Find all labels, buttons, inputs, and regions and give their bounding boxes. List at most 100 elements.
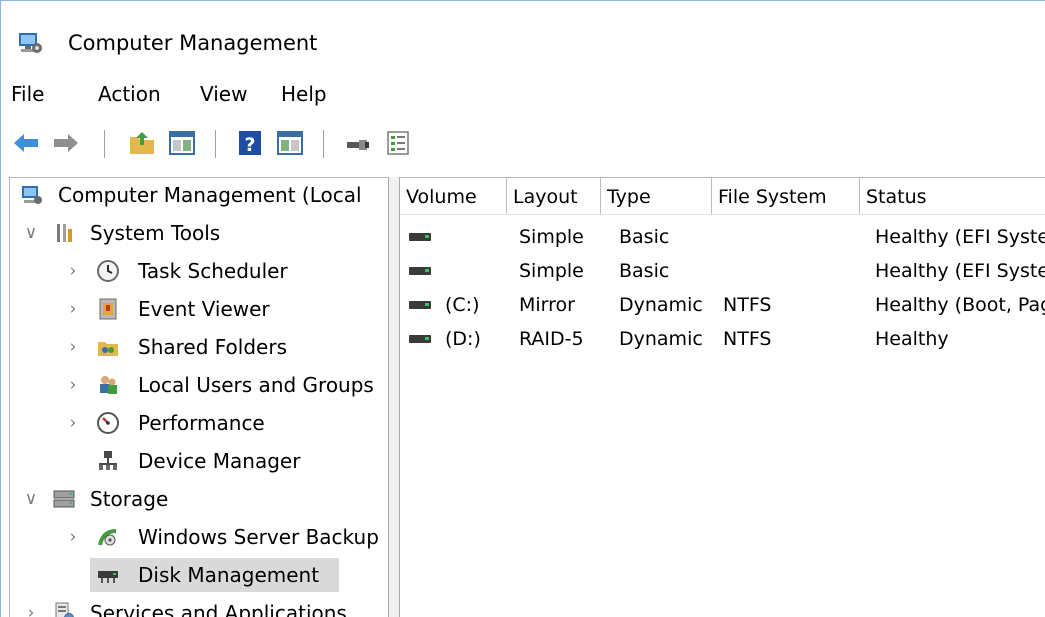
column-header-volume[interactable]: Volume	[400, 178, 507, 214]
column-headers: Volume Layout Type File System Status	[400, 178, 1045, 215]
device-manager-icon	[99, 451, 117, 470]
cell-status: Healthy (EFI System Partition)	[875, 260, 1045, 282]
tree-item-shared-folders[interactable]: › Shared Folders	[10, 330, 388, 364]
system-tools-icon	[57, 224, 72, 242]
column-header-type[interactable]: Type	[601, 178, 712, 214]
cell-layout: Simple	[519, 226, 584, 248]
drive-icon	[409, 301, 431, 309]
back-arrow-icon[interactable]	[11, 128, 41, 158]
menu-help[interactable]: Help	[281, 81, 327, 107]
tree-label: Device Manager	[138, 449, 301, 473]
chevron-right-icon[interactable]: ›	[64, 368, 82, 402]
toolbar: ?	[1, 124, 1045, 164]
computer-management-icon	[19, 33, 42, 53]
tree-label: Event Viewer	[138, 297, 270, 321]
cell-file-system: NTFS	[723, 294, 772, 316]
cell-layout: Simple	[519, 260, 584, 282]
toolbar-separator	[215, 130, 216, 158]
users-icon	[100, 376, 117, 394]
chevron-down-icon[interactable]: ∨	[22, 482, 40, 516]
cell-layout: RAID-5	[519, 328, 584, 350]
cell-status: Healthy (Boot, Page File)	[875, 294, 1045, 316]
cell-type: Basic	[619, 260, 670, 282]
column-header-file-system[interactable]: File System	[712, 178, 860, 214]
help-icon[interactable]: ?	[235, 128, 265, 158]
cell-file-system: NTFS	[723, 328, 772, 350]
properties-icon[interactable]	[383, 128, 413, 158]
cell-type: Basic	[619, 226, 670, 248]
tree-item-services-and-applications[interactable]: › Services and Applications	[10, 596, 388, 617]
tree-label: Task Scheduler	[138, 259, 288, 283]
tree-item-local-users-and-groups[interactable]: › Local Users and Groups	[10, 368, 388, 402]
chevron-right-icon[interactable]: ›	[64, 520, 82, 554]
cell-layout: Mirror	[519, 294, 575, 316]
show-hide-action-pane-icon[interactable]	[275, 128, 305, 158]
cell-type: Dynamic	[619, 328, 703, 350]
connect-icon[interactable]	[343, 128, 373, 158]
tree-item-windows-server-backup[interactable]: › Windows Server Backup	[10, 520, 388, 554]
menu-file[interactable]: File	[11, 81, 44, 107]
tree-label: System Tools	[90, 221, 221, 245]
up-folder-icon[interactable]	[127, 128, 157, 158]
cell-volume: (C:)	[445, 294, 480, 316]
drive-icon	[409, 267, 431, 275]
drive-icon	[409, 335, 431, 343]
computer-management-icon	[22, 186, 42, 204]
tree-label: Windows Server Backup	[138, 525, 379, 549]
tree-item-computer-management[interactable]: Computer Management (Local	[10, 178, 388, 212]
tree-item-disk-management[interactable]: Disk Management	[10, 558, 388, 592]
menu-bar: File Action View Help	[1, 77, 1045, 111]
tree-item-task-scheduler[interactable]: › Task Scheduler	[10, 254, 388, 288]
tree-label: Storage	[90, 487, 169, 511]
table-row[interactable]: (D:) RAID-5 Dynamic NTFS Healthy	[400, 322, 1045, 356]
event-viewer-icon	[99, 298, 117, 320]
drive-icon	[409, 233, 431, 241]
tree-item-performance[interactable]: › Performance	[10, 406, 388, 440]
toolbar-separator	[104, 130, 105, 158]
pane-splitter[interactable]	[388, 177, 400, 617]
tree-item-device-manager[interactable]: Device Manager	[10, 444, 388, 478]
tree-item-system-tools[interactable]: ∨ System Tools	[10, 216, 388, 250]
chevron-right-icon[interactable]: ›	[64, 292, 82, 326]
shared-folders-icon	[98, 342, 118, 356]
clock-icon	[97, 260, 119, 282]
column-header-status[interactable]: Status	[860, 178, 1045, 214]
chevron-right-icon[interactable]: ›	[64, 406, 82, 440]
menu-action[interactable]: Action	[98, 81, 161, 107]
volume-list[interactable]: Volume Layout Type File System Status Si…	[400, 177, 1045, 617]
tree-item-storage[interactable]: ∨ Storage	[10, 482, 388, 516]
server-backup-icon	[98, 529, 117, 546]
table-row[interactable]: Simple Basic Healthy (EFI System Partiti…	[400, 254, 1045, 288]
table-row[interactable]: Simple Basic Healthy (EFI System Partiti…	[400, 220, 1045, 254]
title-bar[interactable]: Computer Management	[1, 1, 1045, 75]
tree-label: Computer Management (Local	[58, 183, 362, 207]
table-row[interactable]: (C:) Mirror Dynamic NTFS Healthy (Boot, …	[400, 288, 1045, 322]
storage-icon	[53, 490, 75, 508]
window-title: Computer Management	[68, 31, 318, 55]
cell-status: Healthy	[875, 328, 949, 350]
chevron-down-icon[interactable]: ∨	[22, 216, 40, 250]
computer-management-window: Computer Management File Action View Hel…	[0, 0, 1045, 617]
disk-management-icon	[98, 571, 118, 583]
tree-label: Disk Management	[138, 563, 320, 587]
forward-arrow-icon[interactable]	[51, 128, 81, 158]
performance-gauge-icon	[97, 412, 119, 434]
menu-view[interactable]: View	[200, 81, 247, 107]
cell-volume: (D:)	[445, 328, 481, 350]
chevron-right-icon[interactable]: ›	[64, 330, 82, 364]
tree-label: Local Users and Groups	[138, 373, 374, 397]
show-hide-tree-icon[interactable]	[167, 128, 197, 158]
cell-type: Dynamic	[619, 294, 703, 316]
services-icon	[55, 602, 74, 617]
tree-label: Shared Folders	[138, 335, 287, 359]
console-tree[interactable]: Computer Management (Local ∨ System Tool…	[9, 177, 388, 617]
svg-text:?: ?	[244, 134, 255, 156]
cell-status: Healthy (EFI System Partition)	[875, 226, 1045, 248]
chevron-right-icon[interactable]: ›	[64, 254, 82, 288]
tree-item-event-viewer[interactable]: › Event Viewer	[10, 292, 388, 326]
tree-label: Services and Applications	[90, 601, 347, 617]
toolbar-separator	[323, 130, 324, 158]
chevron-right-icon[interactable]: ›	[22, 596, 40, 617]
column-header-layout[interactable]: Layout	[507, 178, 601, 214]
tree-label: Performance	[138, 411, 265, 435]
